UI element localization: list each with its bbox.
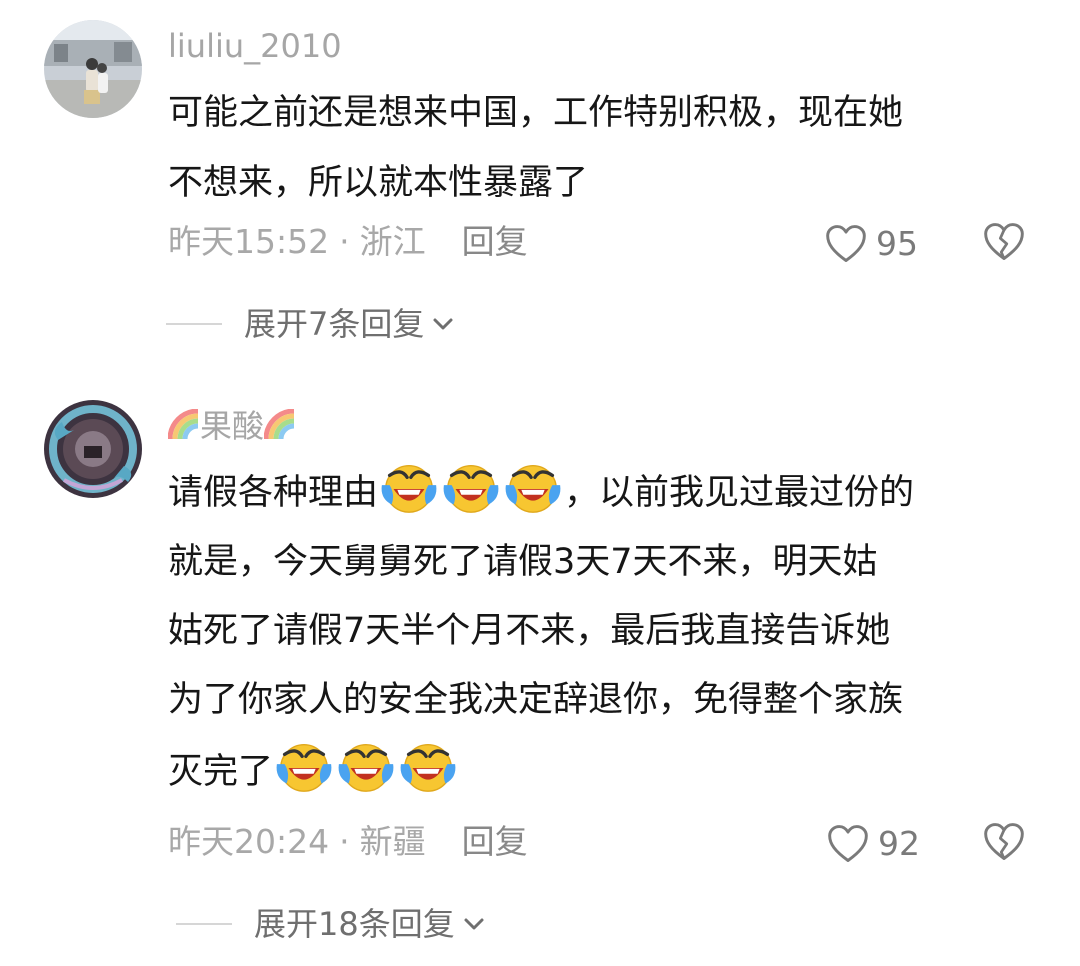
username[interactable]: liuliu_2010: [168, 26, 342, 66]
like-button[interactable]: 92: [826, 822, 920, 866]
username[interactable]: 果酸: [168, 406, 296, 446]
comment-meta: 昨天20:24 · 新疆 回复: [168, 822, 528, 862]
comment-meta: 昨天15:52 · 浙江 回复: [168, 222, 528, 262]
heart-icon: [824, 222, 868, 266]
reply-button[interactable]: 回复: [462, 222, 528, 261]
chevron-down-icon: [433, 318, 453, 330]
broken-heart-icon[interactable]: [982, 220, 1026, 264]
expand-replies-button[interactable]: 展开7条回复: [166, 304, 456, 344]
laughing-crying-emoji-icon: [440, 456, 502, 518]
like-count: 95: [876, 224, 918, 263]
divider-line: [166, 323, 222, 325]
comment-text-line: 姑死了请假7天半个月不来，最后我直接告诉她: [168, 611, 891, 651]
username-text: 果酸: [200, 407, 265, 445]
separator: ·: [339, 822, 350, 861]
comment-text: 请假各种理由 ，以前我见过最过份的 就是，今天舅舅死了请假3天7天不来，明天姑 姑…: [168, 456, 1048, 807]
expand-replies-label: 展开18条回复: [254, 905, 455, 943]
laughing-crying-emoji-icon: [397, 735, 459, 797]
comment-text-line: 可能之前还是想来中国，工作特别积极，现在她: [168, 93, 904, 133]
divider-line: [176, 923, 232, 925]
laughing-crying-emoji-icon: [502, 456, 564, 518]
comment-text-line: 为了你家人的安全我决定辞退你，免得整个家族: [168, 680, 904, 720]
comment-text-line: 请假各种理由 ，以前我见过最过份的: [168, 456, 1048, 528]
avatar[interactable]: [44, 20, 142, 118]
comment-text: 可能之前还是想来中国，工作特别积极，现在她 不想来，所以就本性暴露了: [168, 78, 1048, 218]
comment-text-line: 不想来，所以就本性暴露了: [168, 163, 589, 203]
chevron-down-icon: [464, 918, 484, 930]
comment-location: 浙江: [359, 222, 426, 261]
comment-time: 昨天20:24: [168, 822, 330, 861]
rainbow-icon: [168, 409, 200, 441]
comment-text-segment: 灭完了: [168, 752, 274, 792]
comment-text-line: 就是，今天舅舅死了请假3天7天不来，明天姑: [168, 542, 878, 582]
dragon-art-avatar-icon: [44, 400, 142, 498]
comment-text-segment: ，以前我见过最过份的: [564, 473, 915, 513]
rainbow-icon: [264, 409, 296, 441]
heart-icon: [826, 822, 870, 866]
photo-avatar-icon: [44, 20, 142, 118]
comment-time: 昨天15:52: [168, 222, 330, 261]
avatar[interactable]: [44, 400, 142, 498]
broken-heart-icon[interactable]: [982, 820, 1026, 864]
separator: ·: [339, 222, 350, 261]
laughing-crying-emoji-icon: [273, 735, 335, 797]
reply-button[interactable]: 回复: [462, 822, 528, 861]
expand-replies-button[interactable]: 展开18条回复: [176, 904, 487, 944]
comment-text-segment: 请假各种理由: [168, 473, 379, 513]
like-count: 92: [878, 824, 920, 863]
expand-replies-label: 展开7条回复: [244, 305, 425, 343]
comment-location: 新疆: [359, 822, 426, 861]
laughing-crying-emoji-icon: [335, 735, 397, 797]
laughing-crying-emoji-icon: [378, 456, 440, 518]
comment-text-line: 灭完了: [168, 735, 1048, 807]
comments-page: liuliu_2010 可能之前还是想来中国，工作特别积极，现在她 不想来，所以…: [0, 0, 1080, 966]
like-button[interactable]: 95: [824, 222, 918, 266]
